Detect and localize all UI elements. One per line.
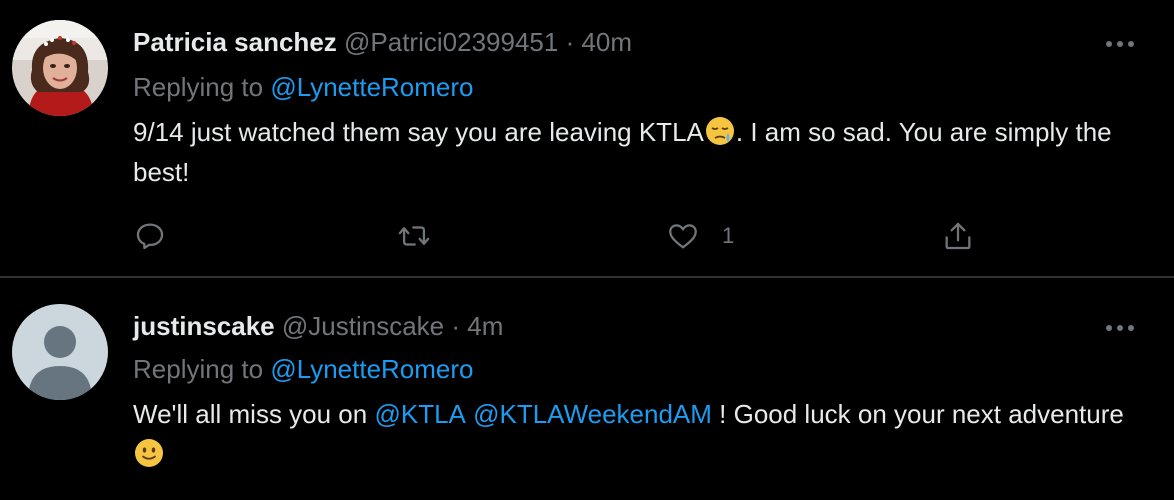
timestamp[interactable]: 40m: [581, 27, 632, 57]
replying-to-link[interactable]: @LynetteRomero: [270, 354, 473, 384]
tweet-header: justinscake @Justinscake · 4m: [133, 308, 503, 344]
tweet[interactable]: justinscake @Justinscake · 4m Replying t…: [0, 280, 1174, 500]
tweet-text-part: 9/14 just watched them say you are leavi…: [133, 117, 704, 147]
retweet-icon: [398, 226, 430, 246]
slight-smile-emoji: [133, 437, 165, 469]
replying-prefix: Replying to: [133, 72, 264, 102]
replying-to-link[interactable]: @LynetteRomero: [270, 72, 473, 102]
sad-tear-emoji: [704, 115, 736, 147]
heart-icon: [669, 224, 697, 249]
share-button[interactable]: [941, 214, 975, 258]
mention-link[interactable]: @KTLA: [374, 399, 465, 429]
like-count: 1: [722, 223, 735, 248]
tweet-text: We'll all miss you on @KTLA @KTLAWeekend…: [133, 394, 1143, 474]
share-icon: [945, 222, 971, 250]
timestamp[interactable]: 4m: [467, 311, 503, 341]
mention-link[interactable]: @KTLAWeekendAM: [473, 399, 712, 429]
display-name[interactable]: justinscake: [133, 311, 275, 341]
tweet-header: Patricia sanchez @Patrici02399451 · 40m: [133, 24, 632, 60]
reply-button[interactable]: [133, 214, 167, 258]
handle[interactable]: @Patrici02399451: [344, 27, 558, 57]
tweet-text: 9/14 just watched them say you are leavi…: [133, 112, 1143, 192]
avatar[interactable]: [12, 304, 108, 400]
like-button[interactable]: 1: [666, 214, 734, 258]
handle[interactable]: @Justinscake: [282, 311, 444, 341]
more-icon[interactable]: [1102, 310, 1138, 346]
display-name[interactable]: Patricia sanchez: [133, 27, 337, 57]
replying-prefix: Replying to: [133, 354, 264, 384]
separator: ·: [565, 27, 575, 57]
tweet-text-part: ! Good luck on your next adventure: [711, 399, 1124, 429]
tweet-text-part: We'll all miss you on: [133, 399, 375, 429]
more-icon[interactable]: [1102, 26, 1138, 62]
replying-to: Replying to @LynetteRomero: [133, 351, 474, 387]
avatar[interactable]: [12, 20, 108, 116]
reply-icon: [136, 223, 164, 250]
replying-to: Replying to @LynetteRomero: [133, 69, 474, 105]
separator: ·: [451, 311, 461, 341]
retweet-button[interactable]: [397, 214, 431, 258]
tweet[interactable]: Patricia sanchez @Patrici02399451 · 40m …: [0, 0, 1174, 278]
action-bar: 1: [133, 214, 1033, 258]
